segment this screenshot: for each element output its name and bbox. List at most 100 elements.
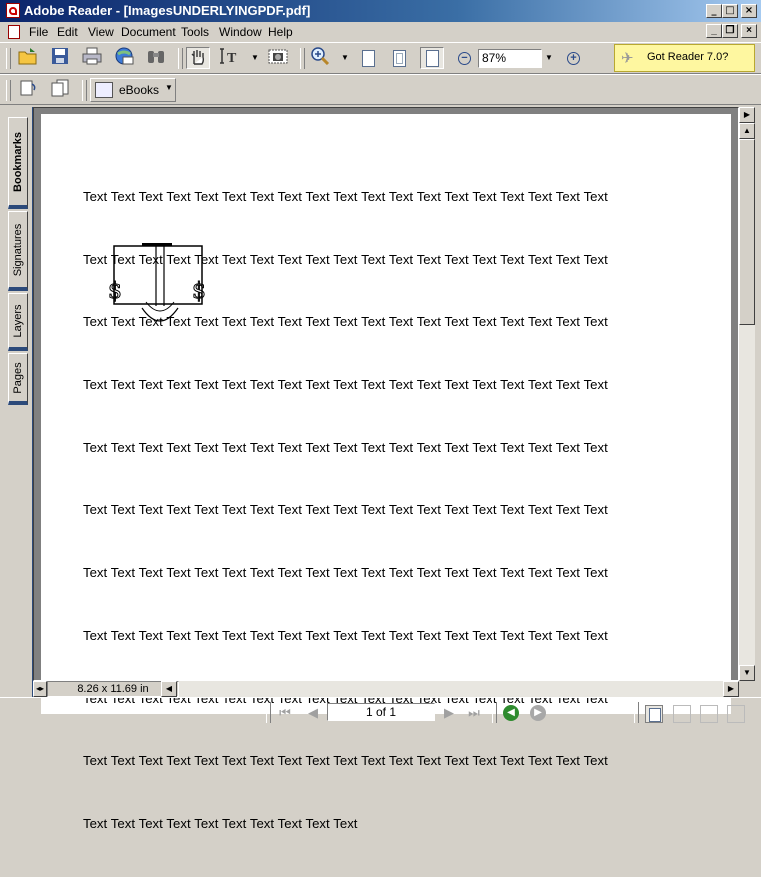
save-icon[interactable] — [48, 47, 72, 69]
continuous-facing-icon[interactable] — [700, 705, 718, 723]
next-page-icon[interactable]: ▶ — [440, 705, 458, 723]
toolbar-grip[interactable] — [6, 48, 11, 69]
continuous-icon[interactable] — [673, 705, 691, 723]
page-size-indicator: 8.26 x 11.69 in — [47, 681, 179, 697]
fit-page-icon[interactable] — [393, 50, 406, 67]
secondary-toolbar: eBooks ▼ — [0, 74, 761, 105]
previous-view-icon[interactable]: ◀ — [503, 705, 519, 721]
zoom-field[interactable]: 87% — [478, 49, 542, 68]
text-line: Text Text Text Text Text Text Text Text … — [83, 188, 608, 204]
menu-window[interactable]: Window — [219, 25, 262, 39]
doc-restore-button[interactable]: ❐ — [722, 24, 738, 38]
ebooks-button[interactable]: eBooks ▼ — [90, 78, 176, 102]
minimize-button[interactable]: _ — [706, 4, 722, 18]
text-line: Text Text Text Text Text Text Text Text … — [83, 816, 358, 831]
fit-width-button[interactable] — [420, 47, 444, 69]
toolbar-grip[interactable] — [300, 48, 305, 69]
actual-size-icon[interactable] — [362, 50, 375, 67]
underlying-image: $ $ — [108, 243, 207, 322]
folder-open-icon[interactable] — [16, 47, 40, 69]
got-reader-button[interactable]: ✈ Got Reader 7.0? — [614, 44, 755, 72]
navigation-pane: Bookmarks Signatures Layers Pages — [6, 107, 34, 697]
menu-edit[interactable]: Edit — [57, 25, 78, 39]
scroll-down-button[interactable]: ▼ — [739, 665, 755, 681]
tab-pages[interactable]: Pages — [8, 353, 28, 405]
select-text-dropdown[interactable]: ▼ — [250, 47, 260, 69]
page-size-resize-handle[interactable]: ◂▸ — [33, 681, 47, 697]
text-line: Text Text Text Text Text Text Text Text … — [83, 753, 608, 769]
horizontal-scrollbar[interactable]: ◂▸ 8.26 x 11.69 in ◀ ▶ — [33, 681, 739, 697]
status-grip — [634, 702, 639, 723]
doc-close-button[interactable]: × — [741, 24, 757, 38]
title-bar: Adobe Reader - [ImagesUNDERLYINGPDF.pdf]… — [0, 0, 761, 22]
printer-icon[interactable] — [80, 47, 104, 69]
toolbar-grip[interactable] — [178, 48, 183, 69]
scroll-expand-icon[interactable]: ▶ — [739, 107, 755, 123]
tab-layers[interactable]: Layers — [8, 293, 28, 351]
rotate-icon[interactable] — [16, 79, 40, 101]
maximize-button[interactable]: □ — [722, 4, 738, 18]
first-page-icon[interactable]: ⏮ — [276, 705, 294, 723]
text-line: Text Text Text Text Text Text Text Text … — [83, 627, 608, 643]
menu-document[interactable]: Document — [121, 25, 176, 39]
text-line: Text Text Text Text Text Text Text Text … — [83, 439, 608, 455]
scroll-left-button[interactable]: ◀ — [161, 681, 177, 697]
page-number-field[interactable]: 1 of 1 — [327, 703, 435, 721]
zoom-out-icon[interactable]: − — [458, 52, 471, 65]
status-grip — [492, 702, 497, 723]
vertical-scrollbar[interactable]: ▶ ▲ ▼ — [739, 107, 755, 681]
menu-file[interactable]: File — [29, 25, 48, 39]
svg-text:T: T — [227, 51, 237, 65]
window-title: Adobe Reader - [ImagesUNDERLYINGPDF.pdf] — [24, 3, 311, 18]
toolbar-grip[interactable] — [6, 80, 11, 101]
last-page-icon[interactable]: ⏭ — [465, 705, 483, 723]
text-line: Text Text Text Text Text Text Text Text … — [83, 565, 608, 581]
svg-text:$: $ — [108, 279, 122, 304]
text-line: Text Text Text Text Text Text Text Text … — [83, 502, 608, 518]
menu-bar: File Edit View Document Tools Window Hel… — [0, 22, 761, 42]
close-button[interactable]: × — [741, 4, 757, 18]
zoom-in-icon[interactable] — [308, 47, 332, 69]
menu-help[interactable]: Help — [268, 25, 293, 39]
tab-bookmarks-label: Bookmarks — [12, 131, 24, 192]
next-view-icon[interactable]: ▶ — [530, 705, 546, 721]
scroll-right-button[interactable]: ▶ — [723, 681, 739, 697]
email-icon[interactable] — [112, 47, 136, 69]
adobe-reader-icon — [6, 3, 20, 18]
menu-tools[interactable]: Tools — [181, 25, 209, 39]
toolbar-grip[interactable] — [82, 80, 87, 101]
status-grip — [266, 702, 271, 723]
zoom-dropdown[interactable]: ▼ — [544, 47, 554, 69]
ebooks-dropdown-icon: ▼ — [165, 83, 173, 92]
got-reader-label: Got Reader 7.0? — [647, 51, 729, 63]
hand-icon[interactable] — [186, 47, 210, 69]
ebooks-icon — [95, 82, 113, 98]
scroll-up-button[interactable]: ▲ — [739, 123, 755, 139]
svg-text:$: $ — [192, 279, 206, 304]
reader-plane-icon: ✈ — [621, 49, 634, 67]
pdf-page: Text Text Text Text Text Text Text Text … — [41, 114, 731, 831]
ebooks-label: eBooks — [119, 83, 160, 97]
zoom-in-button[interactable]: + — [567, 52, 580, 65]
snapshot-icon[interactable] — [266, 47, 290, 69]
document-icon[interactable] — [8, 25, 20, 39]
tab-pages-label: Pages — [12, 361, 24, 394]
select-text-icon[interactable]: T — [219, 47, 243, 69]
facing-icon[interactable] — [727, 705, 745, 723]
fit-width-icon — [426, 50, 439, 67]
tab-layers-label: Layers — [12, 303, 24, 338]
tab-signatures[interactable]: Signatures — [8, 211, 28, 291]
text-line: Text Text Text Text Text Text Text Text … — [83, 376, 608, 392]
tab-bookmarks[interactable]: Bookmarks — [8, 117, 28, 209]
menu-view[interactable]: View — [88, 25, 114, 39]
tab-signatures-label: Signatures — [12, 223, 24, 276]
status-bar: ⏮ ◀ 1 of 1 ▶ ⏭ ◀ ▶ — [0, 697, 761, 729]
doc-minimize-button[interactable]: _ — [706, 24, 722, 38]
binoculars-icon[interactable] — [144, 47, 168, 69]
previous-page-icon[interactable]: ◀ — [304, 705, 322, 723]
zoom-tool-dropdown[interactable]: ▼ — [340, 47, 350, 69]
document-view[interactable]: Text Text Text Text Text Text Text Text … — [33, 107, 739, 831]
pages-icon[interactable] — [48, 79, 72, 101]
single-page-icon[interactable] — [645, 705, 663, 723]
vertical-scroll-thumb[interactable] — [739, 139, 755, 325]
